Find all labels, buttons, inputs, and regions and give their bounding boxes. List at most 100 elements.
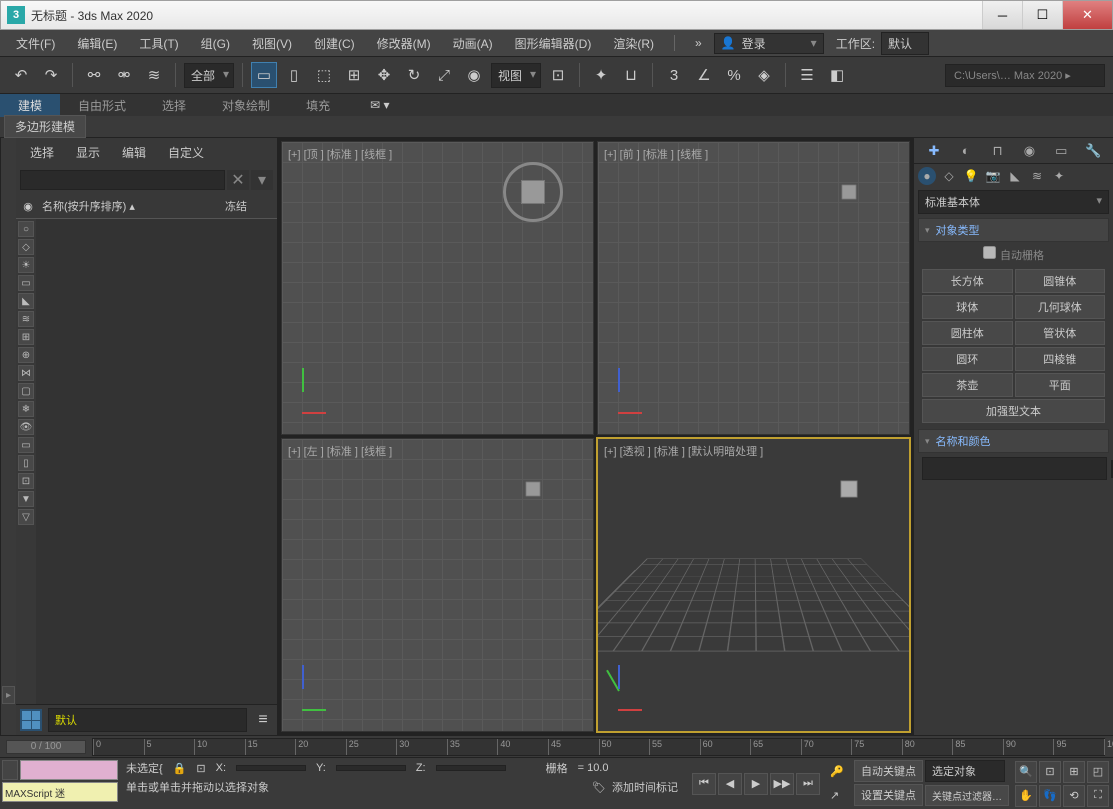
name-column-header[interactable]: 名称(按升序排序) ▴ — [38, 198, 225, 214]
layers-icon[interactable]: ≡ — [253, 711, 273, 729]
filter-container-icon[interactable]: ▢ — [18, 383, 34, 399]
keyfilters-button[interactable]: 关键点过滤器… — [925, 785, 1009, 806]
maximize-viewport-button[interactable]: ⛶ — [1087, 785, 1109, 807]
filter-misc3-icon[interactable]: ⊡ — [18, 473, 34, 489]
filter-misc4-icon[interactable]: ▼ — [18, 491, 34, 507]
prompt-collapse-button[interactable] — [2, 760, 18, 780]
pivot-button[interactable]: ⊡ — [545, 62, 571, 88]
sidebar-expand-button[interactable]: ▸ — [2, 686, 15, 704]
select-name-button[interactable]: ▯ — [281, 62, 307, 88]
menu-edit[interactable]: 编辑(E) — [67, 32, 127, 55]
tube-button[interactable]: 管状体 — [1015, 321, 1106, 345]
key-mode-button[interactable]: 🔑 — [830, 765, 852, 778]
rotate-button[interactable]: ↻ — [401, 62, 427, 88]
scale-button[interactable]: ⤢ — [431, 62, 457, 88]
menu-tools[interactable]: 工具(T) — [129, 32, 188, 55]
sphere-button[interactable]: 球体 — [922, 295, 1013, 319]
viewcube-icon[interactable] — [515, 471, 551, 507]
filter-misc1-icon[interactable]: ▭ — [18, 437, 34, 453]
box-button[interactable]: 长方体 — [922, 269, 1013, 293]
select-rect-button[interactable]: ⬚ — [311, 62, 337, 88]
cone-button[interactable]: 圆锥体 — [1015, 269, 1106, 293]
maxscript-listener[interactable]: MAXScript 迷 — [2, 782, 118, 802]
visibility-column-icon[interactable]: ◉ — [18, 200, 38, 213]
objecttype-rollout-header[interactable]: 对象类型 — [918, 218, 1109, 242]
explorer-tab-edit[interactable]: 编辑 — [112, 140, 156, 165]
polymodel-button[interactable]: 多边形建模 — [4, 115, 86, 138]
filter-camera-icon[interactable]: ▭ — [18, 275, 34, 291]
link-button[interactable]: ⚯ — [81, 62, 107, 88]
goto-start-button[interactable]: ⏮ — [692, 773, 716, 795]
keyfilter-combo[interactable]: 选定对象 — [925, 760, 1005, 782]
systems-category-icon[interactable]: ✦ — [1050, 167, 1068, 185]
ribbon-tab-selection[interactable]: 选择 — [144, 94, 204, 117]
orbit-button[interactable]: ⟲ — [1063, 785, 1085, 807]
workspace-combo[interactable]: 默认 — [881, 32, 929, 55]
spacewarps-category-icon[interactable]: ≋ — [1028, 167, 1046, 185]
zoom-extents-button[interactable]: ⊞ — [1063, 761, 1085, 783]
viewport-front[interactable]: [+] [前 ] [标准 ] [线框 ] — [597, 141, 910, 435]
project-path-display[interactable]: C:\Users\… Max 2020 ▸ — [945, 64, 1105, 87]
named-selset-button[interactable]: ☰ — [794, 62, 820, 88]
namecolor-rollout-header[interactable]: 名称和颜色 — [918, 429, 1109, 453]
filter-misc5-icon[interactable]: ▽ — [18, 509, 34, 525]
zoom-region-button[interactable]: ◰ — [1087, 761, 1109, 783]
menu-group[interactable]: 组(G) — [191, 32, 240, 55]
manipulate-button[interactable]: ✦ — [588, 62, 614, 88]
timeline-ruler[interactable]: 0510152025303540455055606570758085909510… — [92, 738, 1105, 756]
menu-help-icon[interactable]: » — [685, 33, 712, 53]
explorer-search-clear-button[interactable]: ✕ — [227, 170, 249, 190]
textplus-button[interactable]: 加强型文本 — [922, 399, 1105, 423]
hierarchy-tab-icon[interactable]: ⊓ — [988, 141, 1008, 161]
mirror-button[interactable]: ◧ — [824, 62, 850, 88]
teapot-button[interactable]: 茶壶 — [922, 373, 1013, 397]
menu-animation[interactable]: 动画(A) — [443, 32, 503, 55]
helpers-category-icon[interactable]: ◣ — [1006, 167, 1024, 185]
lights-category-icon[interactable]: 💡 — [962, 167, 980, 185]
move-button[interactable]: ✥ — [371, 62, 397, 88]
close-button[interactable]: ✕ — [1062, 1, 1112, 29]
login-widget[interactable]: 👤 登录 ▾ — [714, 33, 824, 54]
viewcube-icon[interactable] — [828, 468, 870, 510]
refcoord-combo[interactable]: 视图 — [491, 63, 541, 88]
layer-combo[interactable]: 默认 — [48, 708, 247, 732]
create-tab-icon[interactable]: ✚ — [924, 141, 944, 161]
filter-light-icon[interactable]: ☀ — [18, 257, 34, 273]
selection-set-combo[interactable]: 全部 — [184, 63, 234, 88]
setkey-button[interactable]: 设置关键点 — [854, 784, 923, 806]
window-crossing-button[interactable]: ⊞ — [341, 62, 367, 88]
minimize-button[interactable]: ─ — [982, 1, 1022, 29]
filter-bone-icon[interactable]: ⋈ — [18, 365, 34, 381]
bind-button[interactable]: ≋ — [141, 62, 167, 88]
keyboard-shortcut-button[interactable]: ⊔ — [618, 62, 644, 88]
play-button[interactable]: ▶ — [744, 773, 768, 795]
filter-shape-icon[interactable]: ◇ — [18, 239, 34, 255]
viewport-top-label[interactable]: [+] [顶 ] [标准 ] [线框 ] — [288, 146, 392, 162]
time-slider[interactable]: 0 / 100 — [6, 740, 86, 754]
undo-button[interactable]: ↶ — [8, 62, 34, 88]
ribbon-tab-modeling[interactable]: 建模 — [0, 94, 60, 117]
filter-misc2-icon[interactable]: ▯ — [18, 455, 34, 471]
isolate-icon[interactable]: ⊡ — [196, 762, 205, 775]
motion-tab-icon[interactable]: ◉ — [1019, 141, 1039, 161]
percent-snap-button[interactable]: % — [721, 62, 747, 88]
viewport-left-label[interactable]: [+] [左 ] [标准 ] [线框 ] — [288, 443, 392, 459]
filter-xref-icon[interactable]: ⊕ — [18, 347, 34, 363]
viewport-persp-label[interactable]: [+] [透视 ] [标准 ] [默认明暗处理 ] — [604, 443, 763, 459]
explorer-object-list[interactable] — [36, 219, 277, 704]
explorer-tab-select[interactable]: 选择 — [20, 140, 64, 165]
autokey-button[interactable]: 自动关键点 — [854, 760, 923, 782]
pyramid-button[interactable]: 四棱锥 — [1015, 347, 1106, 371]
menu-create[interactable]: 创建(C) — [304, 32, 365, 55]
ribbon-mail-icon[interactable]: ✉ ▾ — [360, 96, 399, 114]
menu-grapheditors[interactable]: 图形编辑器(D) — [505, 32, 602, 55]
filter-spacewarp-icon[interactable]: ≋ — [18, 311, 34, 327]
cameras-category-icon[interactable]: 📷 — [984, 167, 1002, 185]
ribbon-tab-populate[interactable]: 填充 — [288, 94, 348, 117]
plane-button[interactable]: 平面 — [1015, 373, 1106, 397]
geometry-category-icon[interactable]: ● — [918, 167, 936, 185]
prev-frame-button[interactable]: ◀ — [718, 773, 742, 795]
redo-button[interactable]: ↷ — [38, 62, 64, 88]
frozen-column-header[interactable]: 冻结 — [225, 198, 275, 214]
goto-end-button[interactable]: ⏭ — [796, 773, 820, 795]
